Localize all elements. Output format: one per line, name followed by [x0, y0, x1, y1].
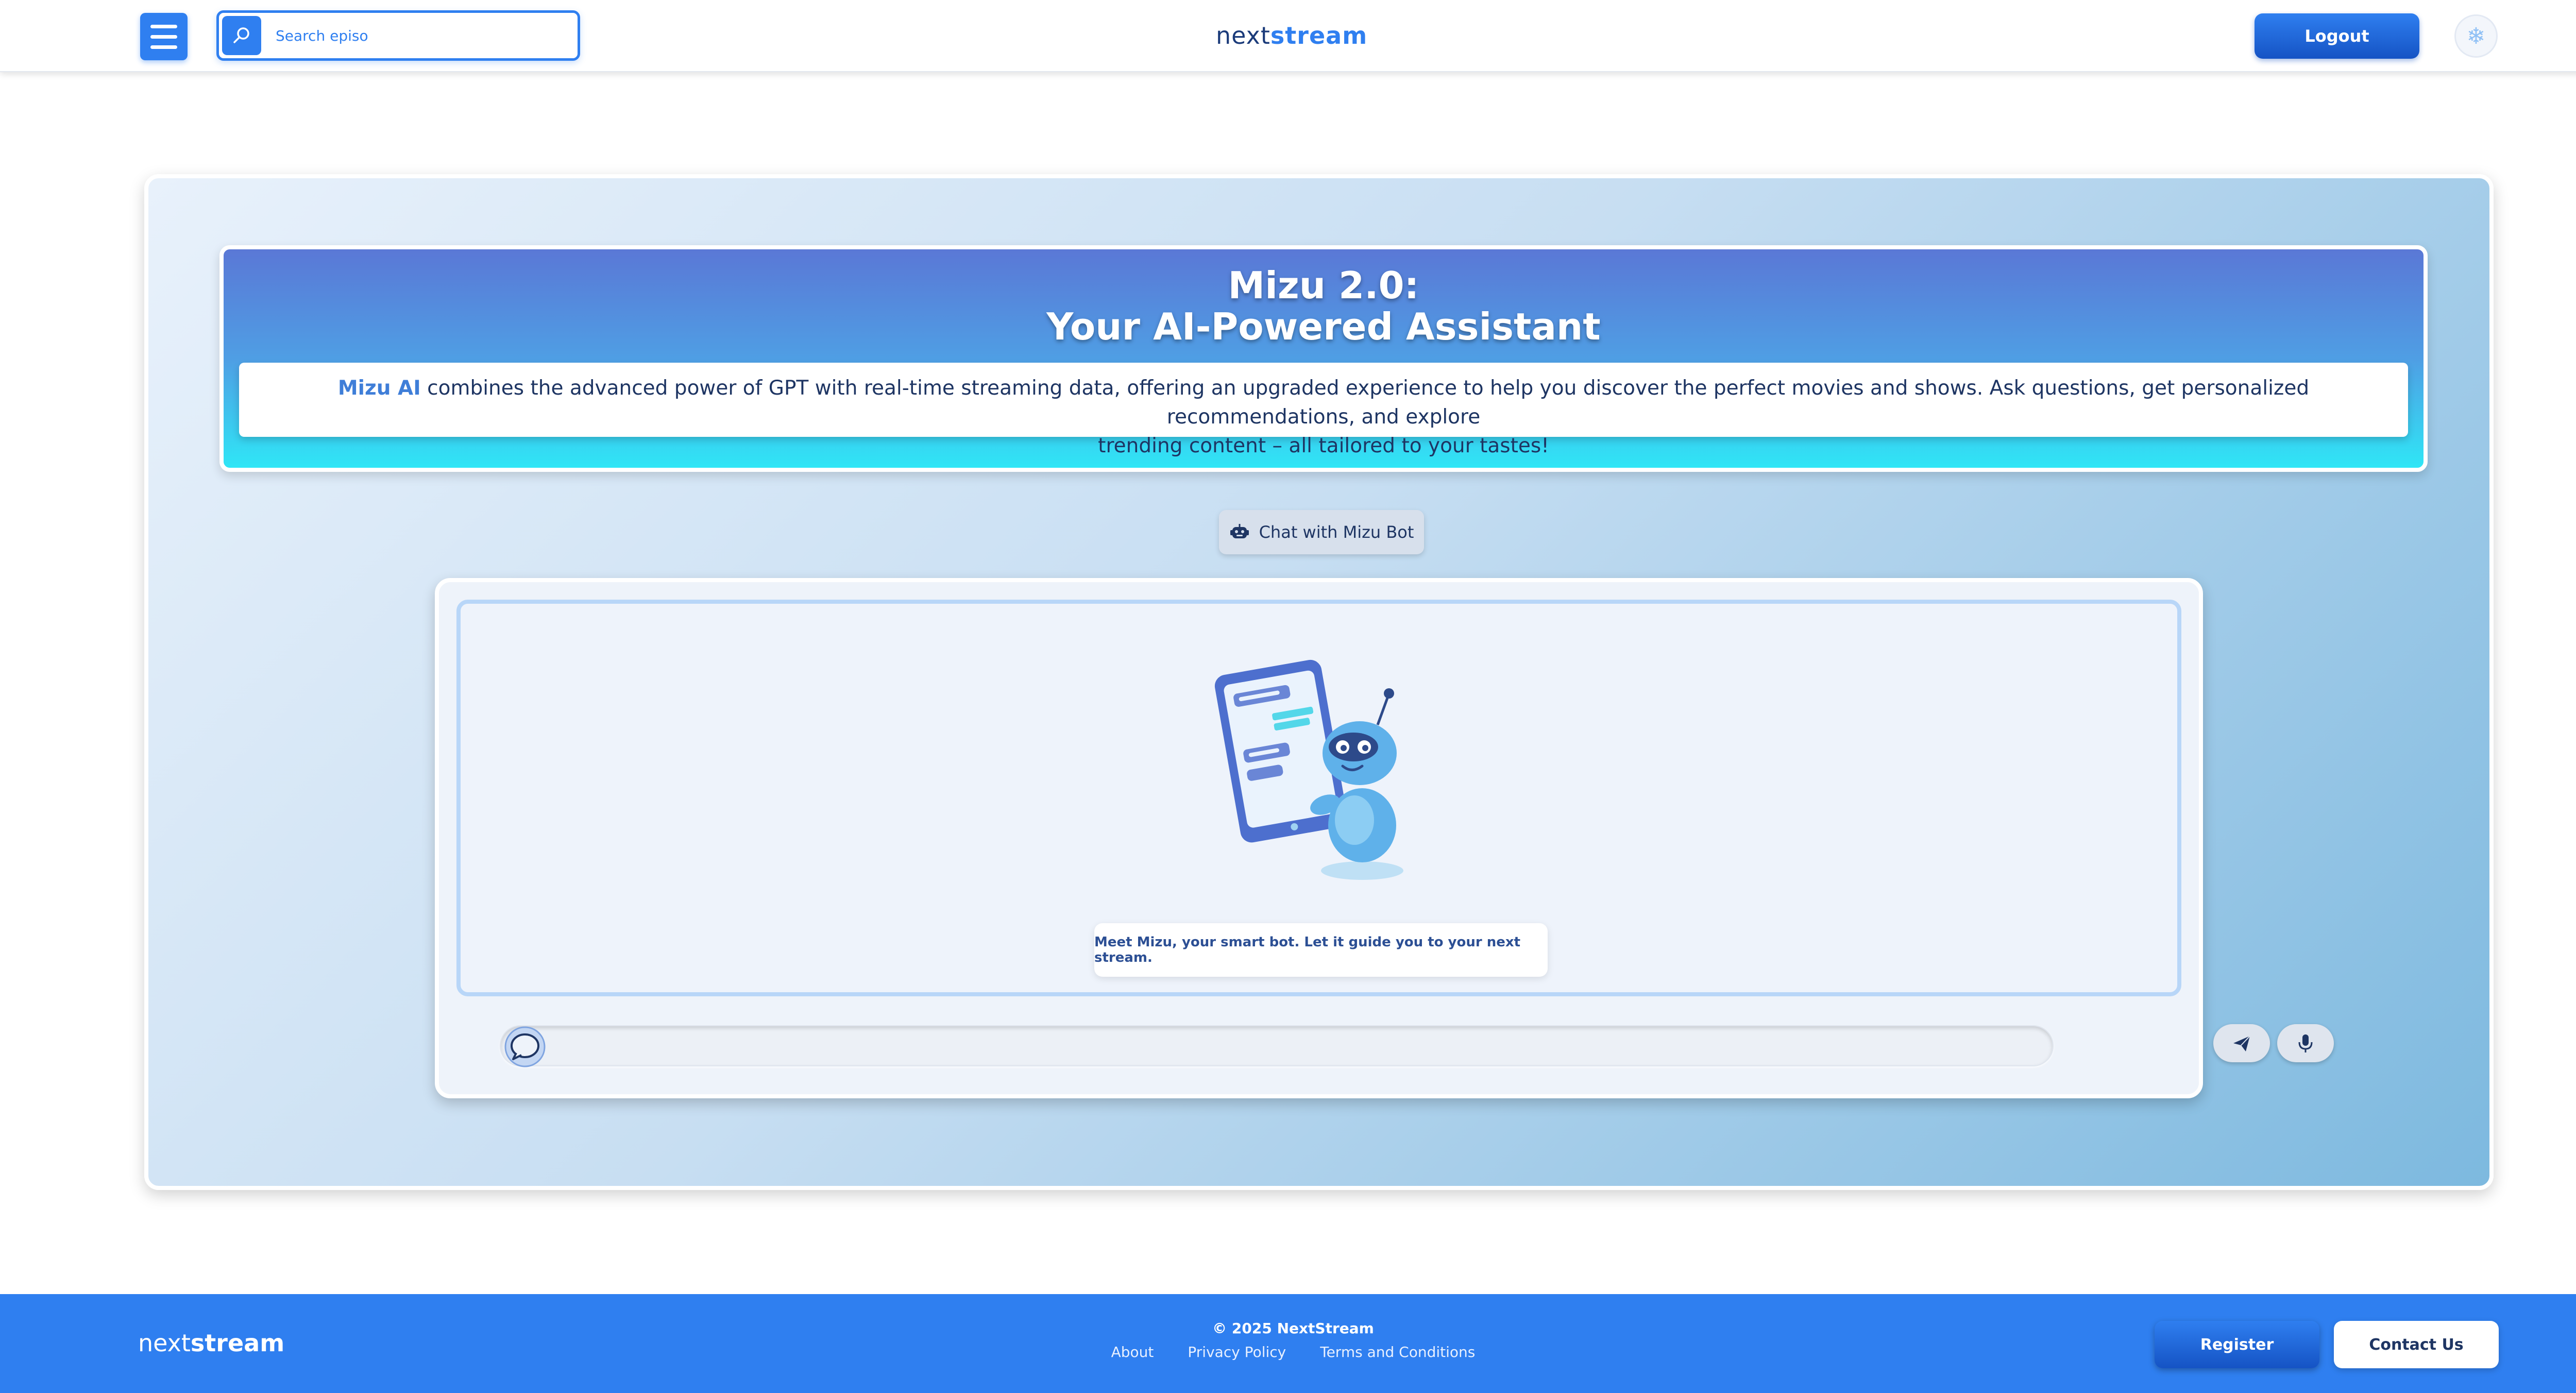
- footer-link-about[interactable]: About: [1111, 1344, 1154, 1361]
- hero-title-line2: Your AI-Powered Assistant: [1046, 305, 1601, 348]
- footer-link-terms[interactable]: Terms and Conditions: [1320, 1344, 1475, 1361]
- copyright-text: © 2025 NextStream: [1212, 1320, 1374, 1337]
- hero-description-line1: combines the advanced power of GPT with …: [427, 377, 2310, 429]
- paper-plane-icon: [2233, 1035, 2250, 1051]
- nextstream-logo[interactable]: nextstream: [1216, 18, 1367, 54]
- top-navbar: nextstream Logout ❄: [0, 0, 2576, 72]
- main-card: Mizu 2.0: Your AI-Powered Assistant Mizu…: [144, 174, 2494, 1190]
- theme-toggle-button[interactable]: ❄: [2454, 14, 2498, 58]
- robot-phone-illustration: [1214, 659, 1403, 880]
- footer-link-privacy[interactable]: Privacy Policy: [1188, 1344, 1286, 1361]
- menu-bar: [150, 45, 177, 49]
- search-box: [216, 10, 580, 61]
- footer-links: About Privacy Policy Terms and Condition…: [1087, 1344, 1499, 1361]
- hamburger-menu-button[interactable]: [140, 13, 188, 60]
- hero-description: Mizu AI combines the advanced power of G…: [239, 363, 2408, 457]
- chat-panel: Meet Mizu, your smart bot. Let it guide …: [435, 578, 2334, 1098]
- menu-bar: [150, 35, 177, 39]
- search-button[interactable]: [222, 16, 261, 55]
- logout-button[interactable]: Logout: [2255, 13, 2419, 59]
- chat-bubble-button[interactable]: [503, 1026, 547, 1067]
- search-input[interactable]: [276, 22, 564, 49]
- footer-logo[interactable]: nextstream: [138, 1325, 284, 1361]
- hero-title: Mizu 2.0: Your AI-Powered Assistant: [224, 265, 2424, 347]
- chat-message-input[interactable]: [557, 1031, 2031, 1060]
- menu-bar: [150, 24, 177, 28]
- chat-tag-label: Chat with Mizu Bot: [1259, 522, 1414, 542]
- brand-name: Mizu AI: [337, 377, 421, 400]
- footer-logo-light-text: next: [138, 1329, 191, 1357]
- microphone-button[interactable]: [2277, 1024, 2334, 1062]
- robot-icon: [1230, 524, 1249, 538]
- hero-banner: Mizu 2.0: Your AI-Powered Assistant Mizu…: [219, 245, 2428, 472]
- register-button[interactable]: Register: [2155, 1321, 2319, 1368]
- logo-bold-text: stream: [1270, 22, 1368, 49]
- footer: nextstream © 2025 NextStream About Priva…: [0, 1294, 2576, 1393]
- search-icon: [233, 27, 249, 43]
- chat-message-window: Meet Mizu, your smart bot. Let it guide …: [456, 600, 2181, 996]
- logo-light-text: next: [1216, 22, 1270, 49]
- contact-us-button[interactable]: Contact Us: [2334, 1321, 2499, 1368]
- footer-logo-bold-text: stream: [190, 1329, 285, 1357]
- bot-welcome-caption: Meet Mizu, your smart bot. Let it guide …: [1094, 923, 1548, 977]
- hero-title-line1: Mizu 2.0:: [1228, 264, 1419, 307]
- microphone-icon: [2298, 1034, 2313, 1052]
- chat-bubble-icon: [504, 1026, 546, 1067]
- send-button[interactable]: [2213, 1024, 2270, 1062]
- snowflake-icon: ❄: [2466, 23, 2486, 49]
- hero-description-line2: trending content – all tailored to your …: [1098, 434, 1549, 457]
- chat-input-bar: [500, 1025, 2054, 1066]
- chat-with-bot-tag[interactable]: Chat with Mizu Bot: [1219, 510, 1424, 554]
